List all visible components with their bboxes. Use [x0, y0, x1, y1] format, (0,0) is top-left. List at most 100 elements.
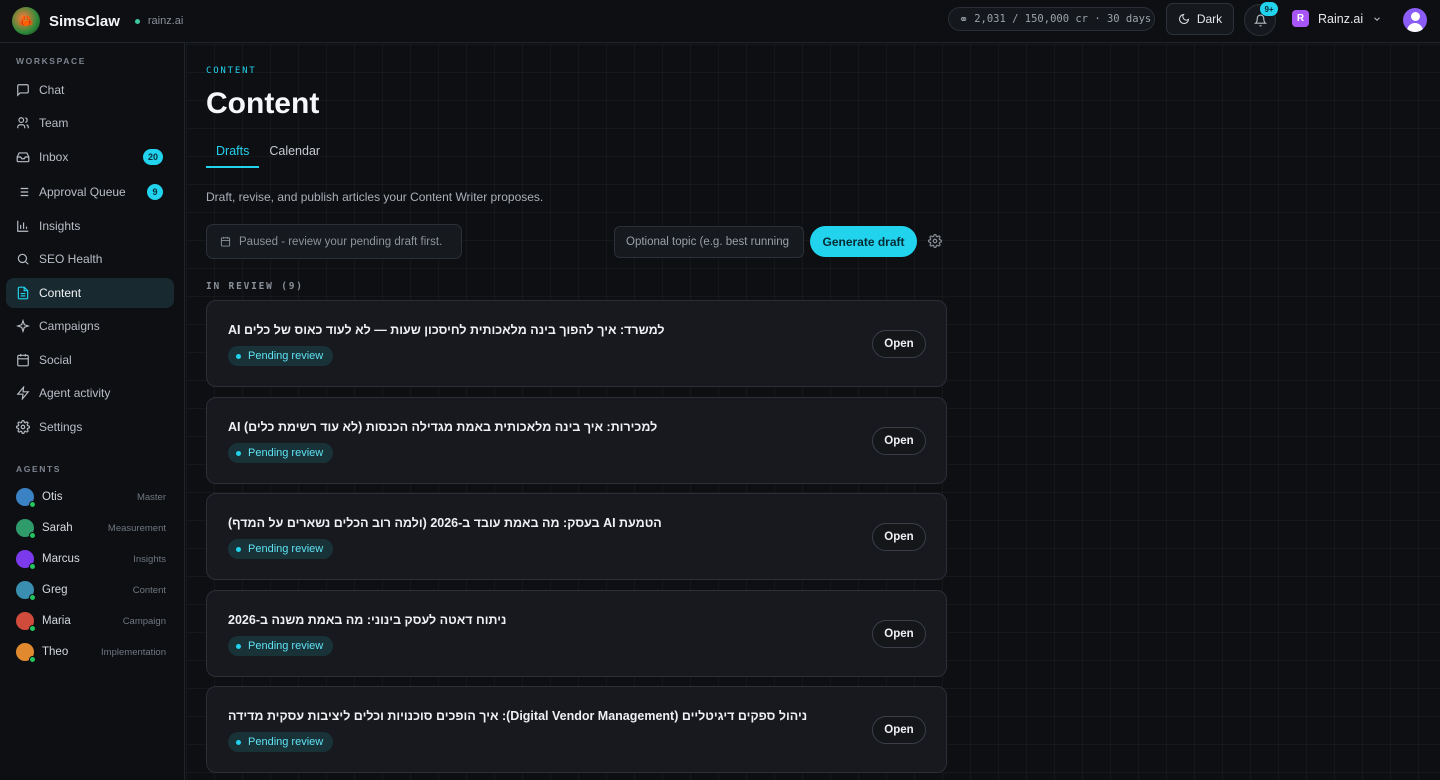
status-text: Pending review	[248, 640, 324, 652]
theme-label: Dark	[1196, 12, 1223, 26]
sidebar-item-label: Campaigns	[39, 319, 100, 333]
draft-title-container: ניתוח דאטה לעסק בינוני: מה באמת משנה ב-2…	[228, 612, 828, 630]
credits-indicator[interactable]: ⚭ 2,031 / 150,000 cr · 30 days	[948, 7, 1155, 31]
page-eyebrow: CONTENT	[206, 66, 257, 76]
sparkle-icon	[16, 319, 30, 333]
sidebar-item-label: SEO Health	[39, 252, 103, 266]
draft-title: ניתוח דאטה לעסק בינוני: מה באמת משנה ב-2…	[228, 613, 507, 627]
open-button[interactable]: Open	[872, 330, 926, 358]
app-name: SimsClaw	[49, 12, 120, 30]
sidebar-item-agent-activity[interactable]: Agent activity	[6, 378, 174, 408]
document-icon	[16, 286, 30, 300]
sidebar-item-insights[interactable]: Insights	[6, 211, 174, 241]
sidebar-item-team[interactable]: Team	[6, 108, 174, 138]
status-badge: Pending review	[228, 636, 334, 656]
sidebar-item-inbox[interactable]: Inbox 20	[6, 142, 174, 172]
inbox-count-badge: 20	[142, 149, 163, 165]
draft-title-container: למשרד: איך להפוך בינה מלאכותית לחיסכון ש…	[228, 322, 828, 340]
bar-chart-icon	[16, 219, 30, 233]
agent-name: Greg	[42, 584, 68, 596]
sidebar-item-campaigns[interactable]: Campaigns	[6, 311, 174, 341]
in-review-label: IN REVIEW (9)	[206, 281, 304, 292]
agent-maria[interactable]: Maria Campaign	[16, 610, 166, 632]
paused-text: Paused - review your pending draft first…	[239, 235, 443, 248]
workspace-status-dot	[134, 18, 140, 24]
tab-calendar[interactable]: Calendar	[259, 136, 330, 168]
open-button[interactable]: Open	[872, 716, 926, 744]
agent-role: Master	[136, 491, 166, 503]
open-button[interactable]: Open	[872, 523, 926, 551]
org-logo: R	[1292, 10, 1309, 27]
agent-avatar	[16, 643, 36, 663]
sidebar-item-label: Content	[39, 286, 82, 300]
draft-title: ניהול ספקים דיגיטליים (Digital Vendor Ma…	[228, 709, 808, 723]
gear-icon[interactable]	[928, 234, 942, 248]
gear-icon	[16, 420, 30, 434]
sidebar-item-label: Settings	[39, 420, 83, 434]
status-text: Pending review	[248, 736, 324, 748]
inbox-icon	[16, 150, 30, 164]
notifications-badge: 9+	[1260, 2, 1278, 16]
user-avatar[interactable]	[1403, 8, 1427, 32]
agent-role: Insights	[133, 553, 166, 565]
team-icon	[16, 116, 30, 130]
status-badge: Pending review	[228, 346, 334, 366]
agent-name: Otis	[42, 491, 63, 503]
sidebar-item-label: Agent activity	[39, 386, 111, 400]
page-description: Draft, revise, and publish articles your…	[206, 190, 544, 204]
draft-title-container: ניהול ספקים דיגיטליים (Digital Vendor Ma…	[228, 708, 828, 726]
agent-role: Content	[132, 584, 166, 596]
tab-drafts[interactable]: Drafts	[206, 136, 260, 168]
link-icon: ⚭	[959, 12, 969, 26]
main-content: CONTENT Content Drafts Calendar Draft, r…	[186, 44, 1440, 780]
agent-name: Marcus	[42, 553, 80, 565]
calendar-icon	[16, 353, 30, 367]
page-title: Content	[206, 87, 320, 120]
theme-toggle-button[interactable]: Dark	[1166, 3, 1234, 35]
sidebar-item-label: Inbox	[39, 150, 69, 164]
topic-input[interactable]	[614, 226, 804, 258]
sidebar: WORKSPACE Chat Team Inbox 20 Approval Qu…	[0, 43, 185, 780]
agent-role: Measurement	[107, 522, 166, 534]
workspace-section-label: WORKSPACE	[16, 56, 86, 66]
generate-draft-button[interactable]: Generate draft	[810, 226, 917, 257]
draft-card: הטמעת AI בעסק: מה באמת עובד ב-2026 (ולמה…	[206, 493, 947, 580]
sidebar-item-label: Social	[39, 353, 72, 367]
agent-otis[interactable]: Otis Master	[16, 486, 166, 508]
agent-greg[interactable]: Greg Content	[16, 579, 166, 601]
bolt-icon	[16, 386, 30, 400]
search-icon	[16, 252, 30, 266]
agent-role: Campaign	[122, 615, 166, 627]
draft-card: ניהול ספקים דיגיטליים (Digital Vendor Ma…	[206, 686, 947, 773]
sidebar-item-settings[interactable]: Settings	[6, 412, 174, 442]
status-badge: Pending review	[228, 732, 334, 752]
agent-avatar	[16, 581, 36, 601]
draft-title-container: הטמעת AI בעסק: מה באמת עובד ב-2026 (ולמה…	[228, 515, 828, 533]
agent-sarah[interactable]: Sarah Measurement	[16, 517, 166, 539]
org-name: Rainz.ai	[1318, 11, 1364, 26]
agent-marcus[interactable]: Marcus Insights	[16, 548, 166, 570]
agent-avatar	[16, 519, 36, 539]
status-text: Pending review	[248, 350, 324, 362]
status-text: Pending review	[248, 447, 324, 459]
sidebar-item-chat[interactable]: Chat	[6, 75, 174, 105]
sidebar-item-label: Insights	[39, 219, 81, 233]
chevron-down-icon	[1374, 16, 1381, 21]
agent-theo[interactable]: Theo Implementation	[16, 641, 166, 663]
sidebar-item-content[interactable]: Content	[6, 278, 174, 308]
sidebar-item-social[interactable]: Social	[6, 345, 174, 375]
agent-name: Sarah	[42, 522, 73, 534]
open-button[interactable]: Open	[872, 620, 926, 648]
sidebar-item-seo-health[interactable]: SEO Health	[6, 244, 174, 274]
brand[interactable]: 🦀 SimsClaw rainz.ai	[12, 7, 183, 35]
calendar-icon	[220, 236, 231, 247]
sidebar-item-label: Chat	[39, 83, 65, 97]
sidebar-item-approval-queue[interactable]: Approval Queue 9	[6, 177, 174, 207]
in-review-title: IN REVIEW	[206, 281, 274, 292]
org-switcher[interactable]: R Rainz.ai	[1292, 10, 1382, 27]
credits-text: 2,031 / 150,000 cr · 30 days	[974, 13, 1152, 25]
open-button[interactable]: Open	[872, 427, 926, 455]
draft-title: הטמעת AI בעסק: מה באמת עובד ב-2026 (ולמה…	[228, 516, 662, 530]
paused-notice: Paused - review your pending draft first…	[206, 224, 462, 259]
agent-name: Maria	[42, 615, 71, 627]
